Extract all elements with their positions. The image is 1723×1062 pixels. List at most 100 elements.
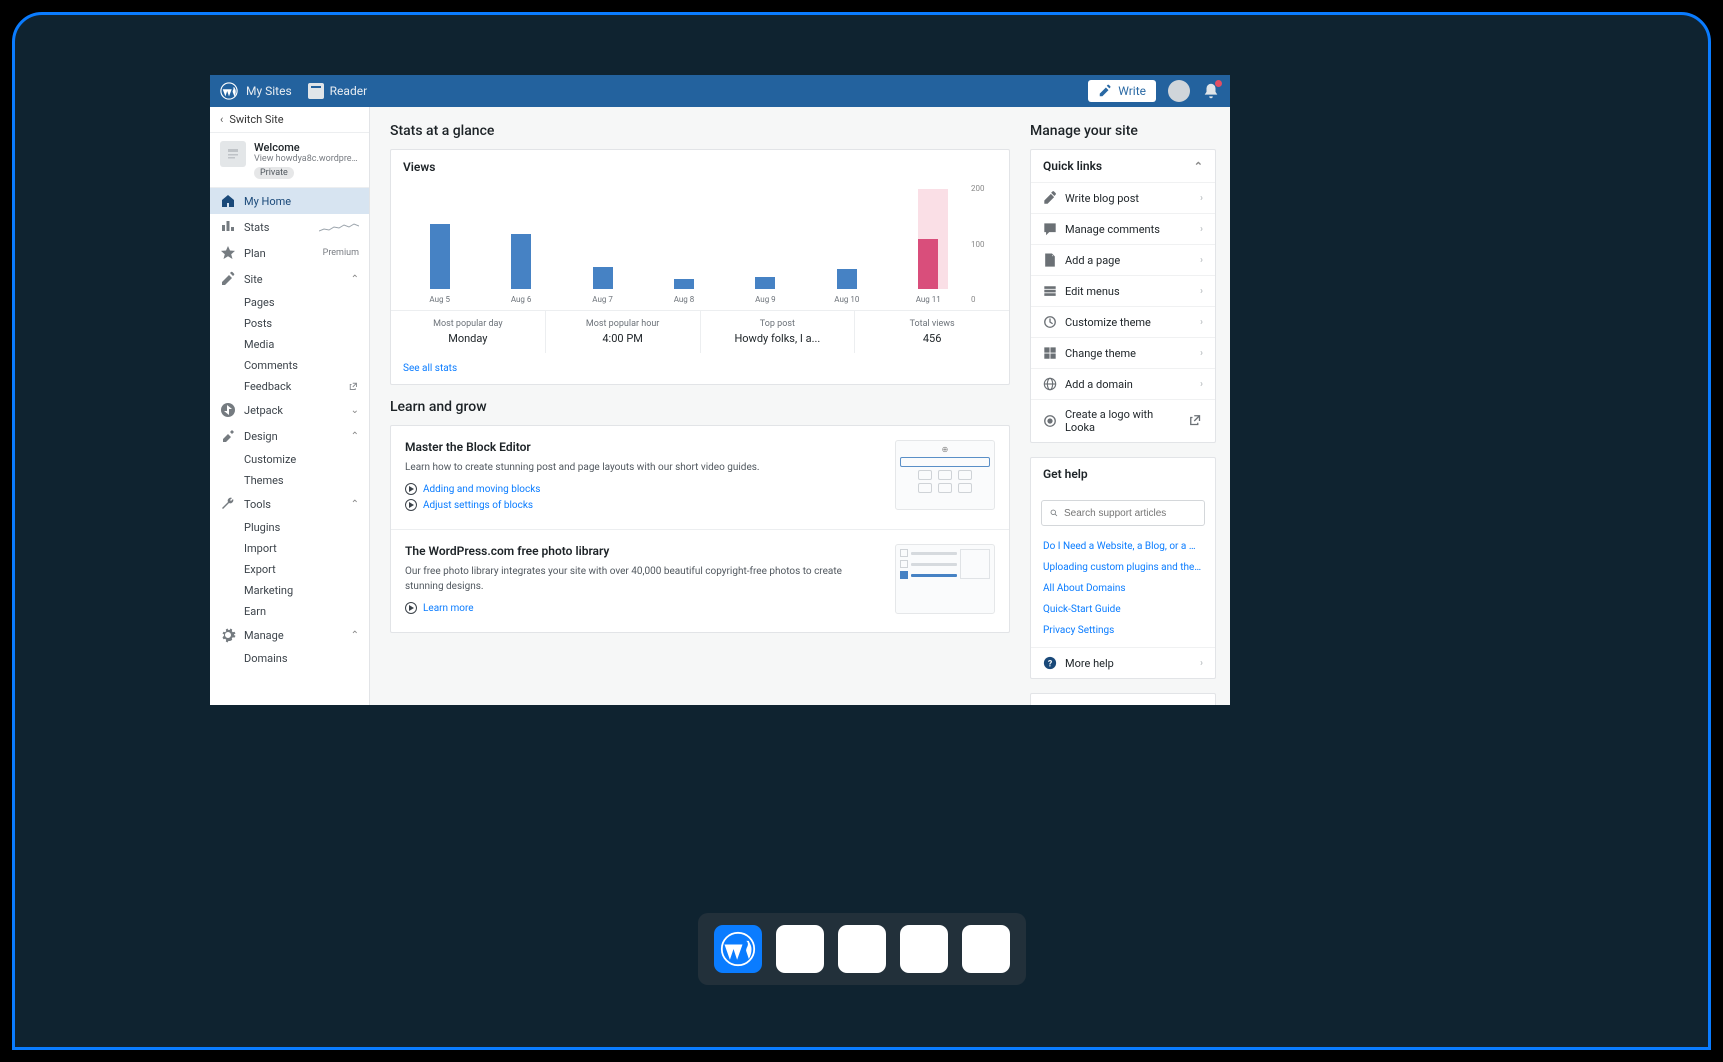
reader-icon	[308, 83, 324, 99]
help-search-input[interactable]	[1064, 508, 1196, 519]
quick-links-header[interactable]: Quick links ⌃	[1031, 150, 1215, 182]
learn-link[interactable]: Adjust settings of blocks	[405, 499, 881, 511]
page-icon	[1043, 253, 1057, 267]
editor-preview-icon: ⊕	[895, 440, 995, 510]
stat-total-views: Total views456	[855, 311, 1009, 353]
help-link[interactable]: Uploading custom plugins and them...	[1031, 557, 1215, 578]
dock-app-4[interactable]	[962, 925, 1010, 973]
chevron-up-icon: ⌃	[351, 499, 359, 510]
sidebar-sub-posts[interactable]: Posts	[210, 313, 369, 334]
sidebar: ‹ Switch Site Welcome View howdya8c.word…	[210, 107, 370, 705]
reader-link[interactable]: Reader	[308, 83, 367, 99]
pencil-icon	[1043, 191, 1057, 205]
sidebar-sub-marketing[interactable]: Marketing	[210, 580, 369, 601]
chevron-right-icon: ›	[1200, 317, 1203, 328]
customize-icon	[1043, 315, 1057, 329]
learn-link[interactable]: Adding and moving blocks	[405, 483, 881, 495]
sidebar-item-jetpack[interactable]: Jetpack⌄	[210, 397, 369, 423]
quick-link-manage-comments[interactable]: Manage comments›	[1031, 213, 1215, 244]
chart-bar-aug-7[interactable]: Aug 7	[566, 189, 639, 304]
help-link[interactable]: Do I Need a Website, a Blog, or a W...	[1031, 536, 1215, 557]
dock-wordpress-icon[interactable]	[714, 925, 762, 973]
sidebar-sub-feedback[interactable]: Feedback	[210, 376, 369, 397]
chart-bar-aug-11[interactable]: Aug 11	[892, 189, 965, 304]
chart-bar-aug-8[interactable]: Aug 8	[647, 189, 720, 304]
quick-link-write-blog-post[interactable]: Write blog post›	[1031, 182, 1215, 213]
chevron-right-icon: ›	[1200, 255, 1203, 266]
chevron-down-icon: ⌄	[351, 405, 359, 416]
get-help-header: Get help	[1031, 458, 1215, 490]
quick-link-add-a-domain[interactable]: Add a domain›	[1031, 368, 1215, 399]
help-link[interactable]: Privacy Settings	[1031, 620, 1215, 641]
learn-heading: Learn and grow	[390, 399, 1010, 415]
dock-app-3[interactable]	[900, 925, 948, 973]
quick-link-customize-theme[interactable]: Customize theme›	[1031, 306, 1215, 337]
see-all-stats-link[interactable]: See all stats	[391, 353, 1009, 384]
looka-icon	[1043, 414, 1057, 428]
learn-link[interactable]: Learn more	[405, 602, 881, 614]
stat-most-popular-day: Most popular dayMonday	[391, 311, 546, 353]
app-window: My Sites Reader Write ‹ Switch Site	[210, 75, 1230, 705]
chart-bar-aug-9[interactable]: Aug 9	[729, 189, 802, 304]
chart-bar-aug-5[interactable]: Aug 5	[403, 189, 476, 304]
sidebar-item-tools[interactable]: Tools⌃	[210, 491, 369, 517]
chevron-right-icon: ›	[1200, 658, 1203, 669]
wordpress-app-panel: WordPress app	[1030, 693, 1216, 705]
stats-card: Views Aug 5Aug 6Aug 7Aug 8Aug 9Aug 10Aug…	[390, 149, 1010, 385]
chevron-right-icon: ›	[1200, 286, 1203, 297]
learn-item: The WordPress.com free photo libraryOur …	[391, 530, 1009, 632]
notifications-icon[interactable]	[1202, 82, 1220, 100]
dock-app-2[interactable]	[838, 925, 886, 973]
sidebar-item-site[interactable]: Site⌃	[210, 266, 369, 292]
current-site[interactable]: Welcome View howdya8c.wordpress.com Priv…	[210, 133, 369, 188]
library-preview-icon	[895, 544, 995, 614]
sidebar-sub-media[interactable]: Media	[210, 334, 369, 355]
stats-summary-row: Most popular dayMondayMost popular hour4…	[391, 310, 1009, 353]
sidebar-item-my-home[interactable]: My Home	[210, 188, 369, 214]
sidebar-sub-earn[interactable]: Earn	[210, 601, 369, 622]
sidebar-sub-import[interactable]: Import	[210, 538, 369, 559]
more-help-link[interactable]: ? More help ›	[1031, 647, 1215, 678]
stat-most-popular-hour: Most popular hour4:00 PM	[546, 311, 701, 353]
quick-link-change-theme[interactable]: Change theme›	[1031, 337, 1215, 368]
learn-item: Master the Block EditorLearn how to crea…	[391, 426, 1009, 530]
sidebar-sub-domains[interactable]: Domains	[210, 648, 369, 669]
chevron-right-icon: ›	[1200, 379, 1203, 390]
my-sites-link[interactable]: My Sites	[246, 84, 292, 98]
write-button[interactable]: Write	[1088, 80, 1156, 102]
avatar[interactable]	[1168, 80, 1190, 102]
chevron-right-icon: ›	[1200, 224, 1203, 235]
sidebar-sub-comments[interactable]: Comments	[210, 355, 369, 376]
site-privacy-badge: Private	[254, 167, 294, 179]
views-bar-chart: Aug 5Aug 6Aug 7Aug 8Aug 9Aug 10Aug 11	[403, 184, 965, 304]
sidebar-sub-customize[interactable]: Customize	[210, 449, 369, 470]
wordpress-app-header: WordPress app	[1031, 694, 1215, 705]
sidebar-sub-plugins[interactable]: Plugins	[210, 517, 369, 538]
sidebar-item-plan[interactable]: PlanPremium	[210, 240, 369, 266]
help-link[interactable]: All About Domains	[1031, 578, 1215, 599]
switch-site[interactable]: ‹ Switch Site	[210, 107, 369, 133]
sidebar-item-design[interactable]: Design⌃	[210, 423, 369, 449]
get-help-panel: Get help Do I Need a Website, a Blog, or…	[1030, 457, 1216, 679]
sidebar-item-stats[interactable]: Stats	[210, 214, 369, 240]
help-search[interactable]	[1041, 500, 1205, 526]
sidebar-sub-pages[interactable]: Pages	[210, 292, 369, 313]
sidebar-sub-themes[interactable]: Themes	[210, 470, 369, 491]
svg-text:?: ?	[1048, 660, 1053, 670]
stats-heading: Stats at a glance	[390, 123, 1010, 139]
site-thumbnail-icon	[220, 141, 246, 167]
site-url: View howdya8c.wordpress.com	[254, 154, 359, 164]
quick-link-create-a-logo-with-looka[interactable]: Create a logo with Looka	[1031, 399, 1215, 442]
stats-card-title: Views	[391, 150, 1009, 184]
dock-app-1[interactable]	[776, 925, 824, 973]
sidebar-item-manage[interactable]: Manage⌃	[210, 622, 369, 648]
help-link[interactable]: Quick-Start Guide	[1031, 599, 1215, 620]
quick-link-add-a-page[interactable]: Add a page›	[1031, 244, 1215, 275]
comment-icon	[1043, 222, 1057, 236]
search-icon	[1050, 507, 1058, 519]
sidebar-sub-export[interactable]: Export	[210, 559, 369, 580]
quick-link-edit-menus[interactable]: Edit menus›	[1031, 275, 1215, 306]
chart-bar-aug-10[interactable]: Aug 10	[810, 189, 883, 304]
menu-icon	[1043, 284, 1057, 298]
chart-bar-aug-6[interactable]: Aug 6	[484, 189, 557, 304]
